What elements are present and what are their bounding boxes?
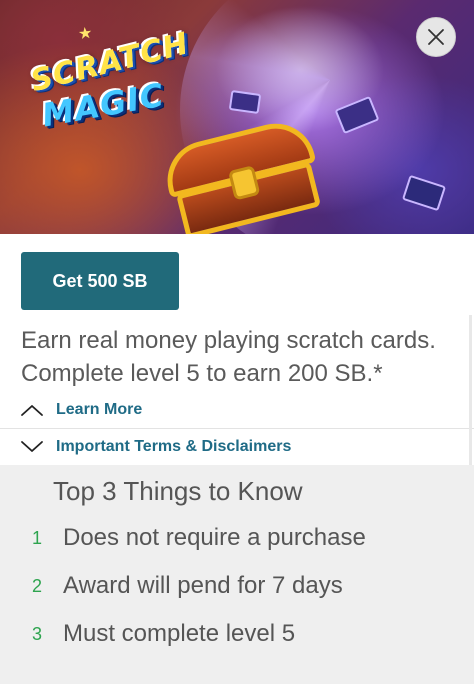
list-item-number: 2 <box>31 576 42 596</box>
chevron-up-icon <box>21 405 43 416</box>
list-item-number: 1 <box>31 528 42 548</box>
list-item: 3 Must complete level 5 <box>0 619 474 649</box>
list-item-text: Does not require a purchase <box>63 524 366 551</box>
game-logo: ★ SCRATCH MAGIC <box>23 23 192 147</box>
learn-more-toggle[interactable]: Learn More <box>20 398 460 422</box>
list-item: 2 Award will pend for 7 days <box>0 571 474 601</box>
list-item-number: 3 <box>31 624 42 644</box>
offer-description: Earn real money playing scratch cards. C… <box>21 324 466 390</box>
chevron-down-icon <box>21 441 43 452</box>
hero-banner: ★ SCRATCH MAGIC <box>0 0 474 234</box>
list-item-text: Must complete level 5 <box>63 620 296 647</box>
things-to-know-title: Top 3 Things to Know <box>53 476 303 506</box>
scratch-card-art <box>228 90 262 114</box>
list-item-text: Award will pend for 7 days <box>63 572 343 599</box>
close-button[interactable] <box>416 17 456 57</box>
list-item: 1 Does not require a purchase <box>0 523 474 553</box>
terms-toggle[interactable]: Important Terms & Disclaimers <box>20 435 460 459</box>
get-offer-button[interactable]: Get 500 SB <box>21 252 179 310</box>
close-icon <box>428 29 444 45</box>
description-line: Earn real money playing scratch cards. <box>21 327 436 354</box>
description-line: Complete level 5 to earn 200 SB.* <box>21 360 383 387</box>
learn-more-label: Learn More <box>56 401 143 418</box>
terms-label: Important Terms & Disclaimers <box>56 438 292 455</box>
section-divider <box>0 428 474 429</box>
star-icon: ★ <box>76 22 94 44</box>
